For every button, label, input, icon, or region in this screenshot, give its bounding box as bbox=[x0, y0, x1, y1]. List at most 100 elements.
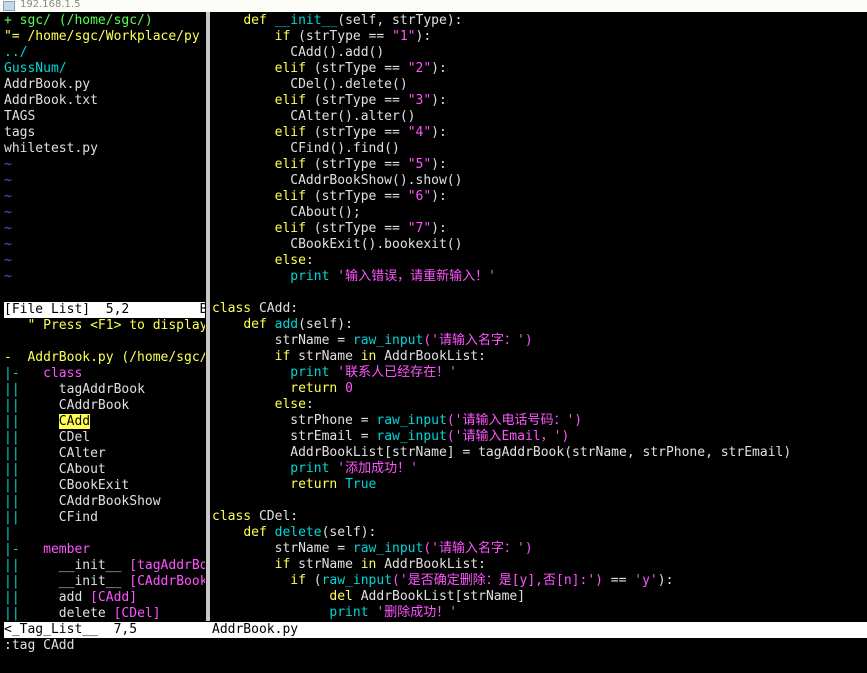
tag-list-row[interactable]: || CFind bbox=[4, 510, 205, 526]
file-list-row[interactable]: + sgc/ (/home/sgc/) bbox=[4, 13, 205, 29]
code-line[interactable]: CDel().delete() bbox=[212, 77, 867, 93]
code-line[interactable]: print '联系人已经存在！' bbox=[212, 365, 867, 381]
code-line[interactable]: elif (strType == "3"): bbox=[212, 93, 867, 109]
file-list-row[interactable]: AddrBook.txt bbox=[4, 93, 205, 109]
text-span: CBookExit().bookexit() bbox=[212, 237, 463, 252]
code-line[interactable]: print '输入错误，请重新输入！' bbox=[212, 269, 867, 285]
code-line[interactable]: CAlter().alter() bbox=[212, 109, 867, 125]
code-line[interactable]: strName = raw_input('请输入名字：') bbox=[212, 541, 867, 557]
code-line[interactable]: CAbout(); bbox=[212, 205, 867, 221]
code-line[interactable]: strEmail = raw_input('请输入Email，') bbox=[212, 429, 867, 445]
text-span: (strType == bbox=[305, 189, 408, 204]
file-list-row[interactable]: ~ bbox=[4, 157, 205, 173]
code-line[interactable]: CAddrBookShow().show() bbox=[212, 173, 867, 189]
file-list-row[interactable]: ~ bbox=[4, 205, 205, 221]
code-line[interactable]: elif (strType == "6"): bbox=[212, 189, 867, 205]
tag-list-row[interactable]: |- class bbox=[4, 366, 205, 382]
tag-list-row[interactable]: || CDel bbox=[4, 430, 205, 446]
file-list-row[interactable]: TAGS bbox=[4, 109, 205, 125]
code-line[interactable]: class CDel: bbox=[212, 509, 867, 525]
text-span bbox=[212, 349, 275, 364]
code-line[interactable]: elif (strType == "2"): bbox=[212, 61, 867, 77]
code-line[interactable]: print '添加成功！' bbox=[212, 461, 867, 477]
tag-list-row[interactable]: || CBookExit bbox=[4, 478, 205, 494]
file-list-row[interactable]: ~ bbox=[4, 189, 205, 205]
tag-list-row[interactable]: |- member bbox=[4, 542, 205, 558]
text-span: (strType == bbox=[305, 221, 408, 236]
text-span: add bbox=[274, 317, 299, 332]
code-line[interactable]: elif (strType == "5"): bbox=[212, 157, 867, 173]
tag-list-pane[interactable]: " Press <F1> to display help - AddrBook.p… bbox=[4, 318, 205, 622]
tag-list-statusline: <_Tag_List__ 7,5 Top bbox=[4, 622, 205, 638]
code-line[interactable]: strPhone = raw_input('请输入电话号码：') bbox=[212, 413, 867, 429]
text-span: ~ bbox=[4, 221, 12, 236]
code-line[interactable]: def __init__(self, strType): bbox=[212, 13, 867, 29]
file-list-row[interactable]: ~ bbox=[4, 253, 205, 269]
tag-list-row[interactable]: || tagAddrBook bbox=[4, 382, 205, 398]
file-list-row[interactable]: whiletest.py bbox=[4, 141, 205, 157]
text-span: "7" bbox=[407, 221, 432, 236]
file-list-row[interactable]: GussNum/ bbox=[4, 61, 205, 77]
code-line[interactable]: CFind().find() bbox=[212, 141, 867, 157]
tag-list-row[interactable]: || CAdd bbox=[4, 414, 205, 430]
code-line[interactable]: if (strType == "1"): bbox=[212, 29, 867, 45]
text-span: CAddrBookShow().show() bbox=[212, 173, 463, 188]
window-vertical-separator[interactable] bbox=[206, 12, 210, 621]
file-list-row[interactable]: ~ bbox=[4, 173, 205, 189]
text-span: "4" bbox=[407, 125, 432, 140]
code-line[interactable]: elif (strType == "7"): bbox=[212, 221, 867, 237]
tag-list-row[interactable]: || __init__ [CAddrBookShow] bbox=[4, 574, 205, 590]
text-span: CFind bbox=[58, 510, 98, 525]
text-span: || bbox=[4, 510, 59, 525]
tag-list-row[interactable]: || __init__ [tagAddrBook] bbox=[4, 558, 205, 574]
code-line[interactable]: del AddrBookList[strName] bbox=[212, 589, 867, 605]
tag-list-row[interactable]: || CAddrBookShow bbox=[4, 494, 205, 510]
file-list-row[interactable]: "= /home/sgc/Workplace/py bbox=[4, 29, 205, 45]
file-list-row[interactable]: ~ bbox=[4, 221, 205, 237]
code-line[interactable]: def add(self): bbox=[212, 317, 867, 333]
text-span: "6" bbox=[407, 189, 432, 204]
text-span: True bbox=[345, 477, 377, 492]
tag-list-row[interactable]: || CAlter bbox=[4, 446, 205, 462]
editor-statusline: AddrBook.py bbox=[212, 622, 867, 638]
text-span: ): bbox=[415, 29, 432, 44]
tag-list-row[interactable]: | bbox=[4, 526, 205, 542]
text-span: return bbox=[290, 381, 338, 396]
code-line[interactable]: def delete(self): bbox=[212, 525, 867, 541]
tag-list-row[interactable] bbox=[4, 334, 205, 350]
code-line[interactable]: class CAdd: bbox=[212, 301, 867, 317]
command-line[interactable]: :tag CAdd bbox=[4, 638, 864, 654]
file-list-row[interactable]: ~ bbox=[4, 237, 205, 253]
file-list-row[interactable]: ~ bbox=[4, 269, 205, 285]
code-line[interactable]: else: bbox=[212, 253, 867, 269]
tag-list-row[interactable]: || delete [CDel] bbox=[4, 606, 205, 622]
code-line[interactable]: AddrBookList[strName] = tagAddrBook(strN… bbox=[212, 445, 867, 461]
file-list-row[interactable]: ../ bbox=[4, 45, 205, 61]
code-line[interactable]: return 0 bbox=[212, 381, 867, 397]
file-list-row[interactable]: AddrBook.py bbox=[4, 77, 205, 93]
text-span: tags bbox=[4, 125, 36, 140]
file-explorer-pane[interactable]: + sgc/ (/home/sgc/) "= /home/sgc/Workplac… bbox=[4, 13, 205, 302]
code-line[interactable]: if strName in AddrBookList: bbox=[212, 349, 867, 365]
tag-list-row[interactable]: || CAddrBook bbox=[4, 398, 205, 414]
code-line[interactable]: return True bbox=[212, 477, 867, 493]
code-line[interactable]: else: bbox=[212, 397, 867, 413]
code-line[interactable]: CBookExit().bookexit() bbox=[212, 237, 867, 253]
text-span: if bbox=[290, 573, 306, 588]
text-span: || bbox=[4, 558, 59, 573]
code-line[interactable]: if strName in AddrBookList: bbox=[212, 557, 867, 573]
code-line[interactable] bbox=[212, 493, 867, 509]
code-line[interactable]: CAdd().add() bbox=[212, 45, 867, 61]
text-span: ): bbox=[431, 125, 447, 140]
code-line[interactable]: print '删除成功！' bbox=[212, 605, 867, 621]
code-line[interactable]: if (raw_input('是否确定删除：是[y],否[n]:') == 'y… bbox=[212, 573, 867, 589]
tag-list-row[interactable]: " Press <F1> to display help bbox=[4, 318, 205, 334]
file-list-row[interactable]: tags bbox=[4, 125, 205, 141]
editor-pane[interactable]: def __init__(self, strType): if (strType… bbox=[212, 13, 867, 622]
tag-list-row[interactable]: || CAbout bbox=[4, 462, 205, 478]
code-line[interactable]: strName = raw_input('请输入名字：') bbox=[212, 333, 867, 349]
code-line[interactable]: elif (strType == "4"): bbox=[212, 125, 867, 141]
tag-list-row[interactable]: || add [CAdd] bbox=[4, 590, 205, 606]
tag-list-row[interactable]: - AddrBook.py (/home/sgc/Workplace/py) bbox=[4, 350, 205, 366]
code-line[interactable] bbox=[212, 285, 867, 301]
